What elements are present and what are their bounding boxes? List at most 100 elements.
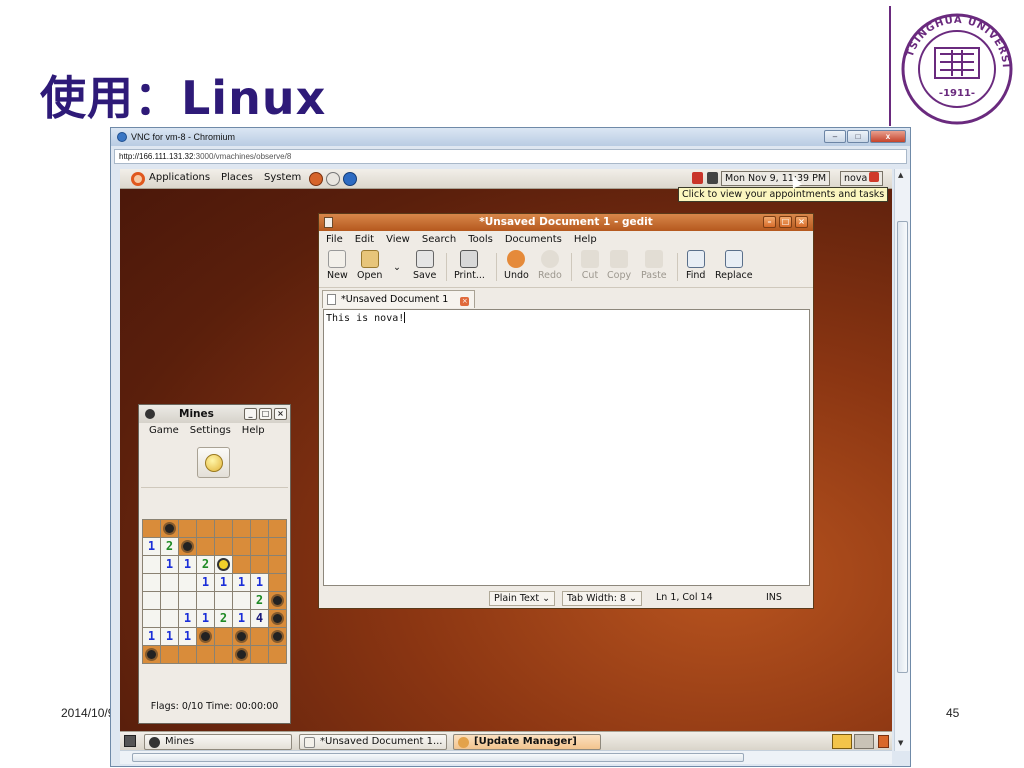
horizontal-scroll-thumb[interactable] — [132, 753, 744, 762]
mine-cell[interactable] — [161, 592, 178, 609]
mine-cell[interactable]: 2 — [215, 610, 232, 627]
address-bar[interactable]: http://166.111.131.32:3000/vmachines/obs… — [114, 149, 907, 164]
volume-icon[interactable] — [707, 172, 718, 184]
mine-cell[interactable]: 1 — [143, 538, 160, 555]
maximize-button[interactable]: □ — [847, 130, 869, 143]
workspace-switcher[interactable] — [854, 734, 874, 749]
paste-button[interactable]: Paste — [641, 250, 667, 281]
mine-cell[interactable] — [143, 592, 160, 609]
gedit-close-button[interactable]: × — [795, 216, 808, 228]
clock-applet[interactable]: Mon Nov 9, 11:39 PM — [721, 171, 831, 186]
places-menu[interactable]: Places — [221, 172, 253, 183]
mine-cell[interactable]: 1 — [179, 628, 196, 645]
mine-cell[interactable]: 2 — [197, 556, 214, 573]
document-tab[interactable]: *Unsaved Document 1 × — [322, 290, 476, 308]
mine-cell[interactable] — [215, 646, 232, 663]
mine-cell[interactable] — [179, 592, 196, 609]
mine-cell[interactable] — [179, 646, 196, 663]
cut-button[interactable]: Cut — [581, 250, 599, 281]
mine-cell[interactable] — [179, 520, 196, 537]
mines-maximize-button[interactable]: □ — [259, 408, 272, 420]
mine-cell[interactable]: 4 — [251, 610, 268, 627]
mine-cell[interactable] — [251, 538, 268, 555]
mine-cell[interactable] — [197, 538, 214, 555]
scroll-up-icon[interactable]: ▲ — [898, 171, 903, 179]
mine-cell[interactable] — [215, 520, 232, 537]
copy-button[interactable]: Copy — [607, 250, 631, 281]
taskbar-mines[interactable]: Mines — [144, 734, 292, 750]
mine-icon[interactable] — [233, 646, 250, 663]
language-selector[interactable]: Plain Text ⌄ — [489, 591, 556, 606]
mine-cell[interactable]: 1 — [161, 628, 178, 645]
open-button[interactable]: Open — [357, 250, 382, 281]
horizontal-scrollbar[interactable] — [120, 750, 892, 764]
mine-cell[interactable]: 1 — [179, 556, 196, 573]
mine-cell[interactable] — [269, 538, 286, 555]
mine-cell[interactable] — [179, 574, 196, 591]
mine-icon[interactable] — [269, 610, 286, 627]
mine-cell[interactable]: 1 — [179, 610, 196, 627]
taskbar-update-manager[interactable]: [Update Manager] — [453, 734, 601, 750]
find-button[interactable]: Find — [686, 250, 705, 281]
mine-cell[interactable] — [161, 610, 178, 627]
minefield[interactable]: 121121111211214111 — [142, 519, 287, 664]
mine-cell[interactable] — [251, 520, 268, 537]
mine-cell[interactable] — [161, 646, 178, 663]
user-switcher[interactable]: nova — [840, 171, 884, 186]
undo-button[interactable]: Undo — [504, 250, 529, 281]
mine-cell[interactable] — [233, 520, 250, 537]
menu-help[interactable]: Help — [242, 423, 265, 439]
menu-tools[interactable]: Tools — [468, 234, 493, 245]
gedit-titlebar[interactable]: *Unsaved Document 1 - gedit – □ × — [319, 214, 813, 231]
menu-settings[interactable]: Settings — [190, 423, 231, 439]
mine-icon[interactable] — [269, 628, 286, 645]
mine-cell[interactable]: 1 — [215, 574, 232, 591]
menu-search[interactable]: Search — [422, 234, 456, 245]
redo-button[interactable]: Redo — [538, 250, 562, 281]
mines-titlebar[interactable]: Mines _ □ × — [139, 405, 290, 423]
mine-cell[interactable] — [269, 520, 286, 537]
text-editor-area[interactable]: This is nova! — [323, 309, 810, 586]
mines-minimize-button[interactable]: _ — [244, 408, 257, 420]
mine-cell[interactable] — [251, 556, 268, 573]
mines-close-button[interactable]: × — [274, 408, 287, 420]
applications-menu[interactable]: Applications — [149, 172, 210, 183]
mine-cell[interactable]: 1 — [251, 574, 268, 591]
mine-cell[interactable] — [269, 574, 286, 591]
mine-cell[interactable] — [233, 592, 250, 609]
menu-documents[interactable]: Documents — [505, 234, 562, 245]
browser-titlebar[interactable]: VNC for vm-8 - Chromium – □ x — [111, 128, 910, 146]
system-menu[interactable]: System — [264, 172, 301, 183]
print-button[interactable]: Print... — [454, 250, 485, 281]
firefox-icon[interactable] — [309, 172, 323, 186]
trash-icon[interactable] — [878, 735, 889, 748]
vertical-scrollbar[interactable]: ▲ ▼ — [894, 169, 910, 751]
new-button[interactable]: New — [327, 250, 348, 281]
mine-cell[interactable] — [233, 538, 250, 555]
menu-game[interactable]: Game — [149, 423, 179, 439]
menu-edit[interactable]: Edit — [355, 234, 374, 245]
mine-icon[interactable] — [269, 592, 286, 609]
mine-icon[interactable] — [197, 628, 214, 645]
mine-cell[interactable]: 1 — [197, 574, 214, 591]
vnc-desktop[interactable]: Applications Places System Mon Nov 9, 11… — [120, 169, 892, 751]
save-button[interactable]: Save — [413, 250, 436, 281]
mine-cell[interactable]: 1 — [233, 610, 250, 627]
mine-cell[interactable]: 1 — [143, 628, 160, 645]
new-game-button[interactable] — [197, 447, 230, 478]
mine-icon[interactable] — [143, 646, 160, 663]
taskbar-gedit[interactable]: *Unsaved Document 1... — [299, 734, 447, 750]
mine-cell[interactable]: 1 — [233, 574, 250, 591]
mine-cell[interactable] — [197, 592, 214, 609]
workspace-switcher[interactable] — [832, 734, 852, 749]
help-icon[interactable] — [343, 172, 357, 186]
mine-icon[interactable] — [233, 628, 250, 645]
mine-cell[interactable]: 2 — [161, 538, 178, 555]
mine-cell[interactable]: 1 — [161, 556, 178, 573]
mine-cell[interactable] — [269, 556, 286, 573]
gedit-maximize-button[interactable]: □ — [779, 216, 792, 228]
menu-file[interactable]: File — [326, 234, 343, 245]
mine-cell[interactable] — [143, 574, 160, 591]
mine-cell[interactable]: 1 — [197, 610, 214, 627]
scroll-down-icon[interactable]: ▼ — [898, 739, 903, 747]
